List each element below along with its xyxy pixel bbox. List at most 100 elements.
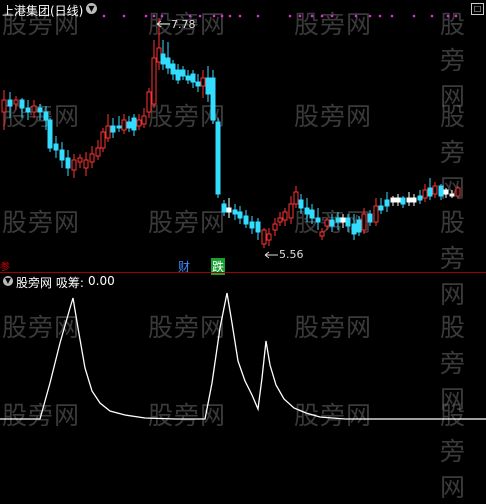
candle-body — [266, 233, 272, 241]
marker-dot — [412, 14, 416, 18]
marker-dot — [454, 14, 458, 18]
candle-body — [243, 215, 249, 225]
marker-dot — [122, 14, 126, 18]
marker-dot — [228, 14, 232, 18]
candle-body — [200, 77, 206, 87]
candle-body — [1, 99, 7, 113]
marker-dot — [378, 14, 382, 18]
candle-body — [361, 213, 367, 231]
candle-body — [215, 121, 221, 195]
candle-body — [31, 105, 37, 113]
marker-dot — [288, 14, 292, 18]
candle-body — [151, 57, 157, 105]
marker-dot — [102, 14, 106, 18]
candle-body — [95, 147, 101, 157]
marker-dot — [188, 14, 192, 18]
candle-body — [351, 223, 357, 235]
marker-dot — [198, 14, 202, 18]
candle-body — [116, 125, 122, 129]
candle-body — [324, 219, 330, 227]
candle-body — [455, 187, 461, 197]
candle-body — [443, 189, 449, 195]
candle-body — [190, 73, 196, 83]
candle-body — [165, 57, 171, 69]
low-price-label: 5.56 — [279, 248, 304, 261]
marker-dot — [152, 14, 156, 18]
candle-body — [432, 185, 438, 195]
marker-dot — [256, 14, 260, 18]
marker-dot — [310, 14, 314, 18]
candle-body — [126, 121, 132, 129]
candle-body — [195, 81, 201, 87]
candle-body — [335, 217, 341, 223]
candle-body — [121, 119, 127, 131]
signal-marker-left: 参 — [0, 262, 10, 273]
candle-body — [110, 125, 116, 133]
candle-body — [288, 203, 294, 219]
candle-body — [384, 199, 390, 207]
candle-body — [232, 209, 238, 215]
candle-body — [356, 219, 362, 233]
candle-body — [53, 143, 59, 151]
candle-body — [406, 197, 412, 203]
indicator-chart — [0, 292, 486, 420]
candle-body — [77, 157, 83, 163]
candle-body — [89, 153, 95, 163]
candle-body — [309, 209, 315, 219]
marker-dot — [354, 14, 358, 18]
candle-body — [83, 159, 89, 169]
candle-body — [395, 197, 401, 203]
marker-dot — [446, 14, 450, 18]
marker-dot — [320, 14, 324, 18]
candle-body — [59, 149, 65, 161]
candle-body — [255, 221, 261, 233]
candle-body — [319, 231, 325, 237]
candle-body — [170, 63, 176, 75]
marker-dot — [144, 14, 148, 18]
candle-body — [210, 77, 216, 121]
candle-body — [25, 107, 31, 113]
candle-body — [226, 207, 232, 213]
candle-body — [160, 53, 166, 65]
candle-body — [293, 191, 299, 205]
candle-body — [378, 205, 384, 211]
candle-body — [261, 229, 267, 245]
marker-dot — [430, 14, 434, 18]
marker-dot — [238, 14, 242, 18]
candle-body — [131, 117, 137, 131]
candle-body — [282, 211, 288, 221]
candle-body — [304, 207, 310, 215]
candle-body — [272, 223, 278, 231]
candle-body — [146, 91, 152, 113]
candle-body — [237, 211, 243, 219]
candle-body — [298, 199, 304, 209]
candle-body — [427, 187, 433, 197]
candle-body — [105, 125, 111, 139]
candle-body — [422, 189, 428, 199]
marker-dot — [330, 14, 334, 18]
candlestick-chart — [1, 14, 461, 259]
marker-dot — [212, 14, 216, 18]
marker-dot — [368, 14, 372, 18]
candle-body — [71, 159, 77, 171]
candle-body — [249, 221, 255, 229]
candle-body — [340, 217, 346, 223]
marker-dot — [298, 14, 302, 18]
indicator-line — [0, 292, 486, 420]
candle-body — [411, 197, 417, 203]
candle-body — [65, 157, 71, 169]
candle-body — [417, 195, 423, 201]
candle-body — [205, 77, 211, 95]
candle-body — [373, 205, 379, 223]
candle-body — [277, 217, 283, 223]
candle-body — [136, 119, 142, 127]
candle-body — [185, 75, 191, 81]
candle-body — [345, 217, 351, 227]
top-markers — [102, 14, 458, 18]
candle-body — [180, 69, 186, 77]
candle-body — [221, 203, 227, 213]
candle-body — [449, 193, 455, 197]
candle-body — [390, 197, 396, 203]
candle-body — [400, 197, 406, 205]
high-price-label: 7.78 — [171, 18, 196, 31]
